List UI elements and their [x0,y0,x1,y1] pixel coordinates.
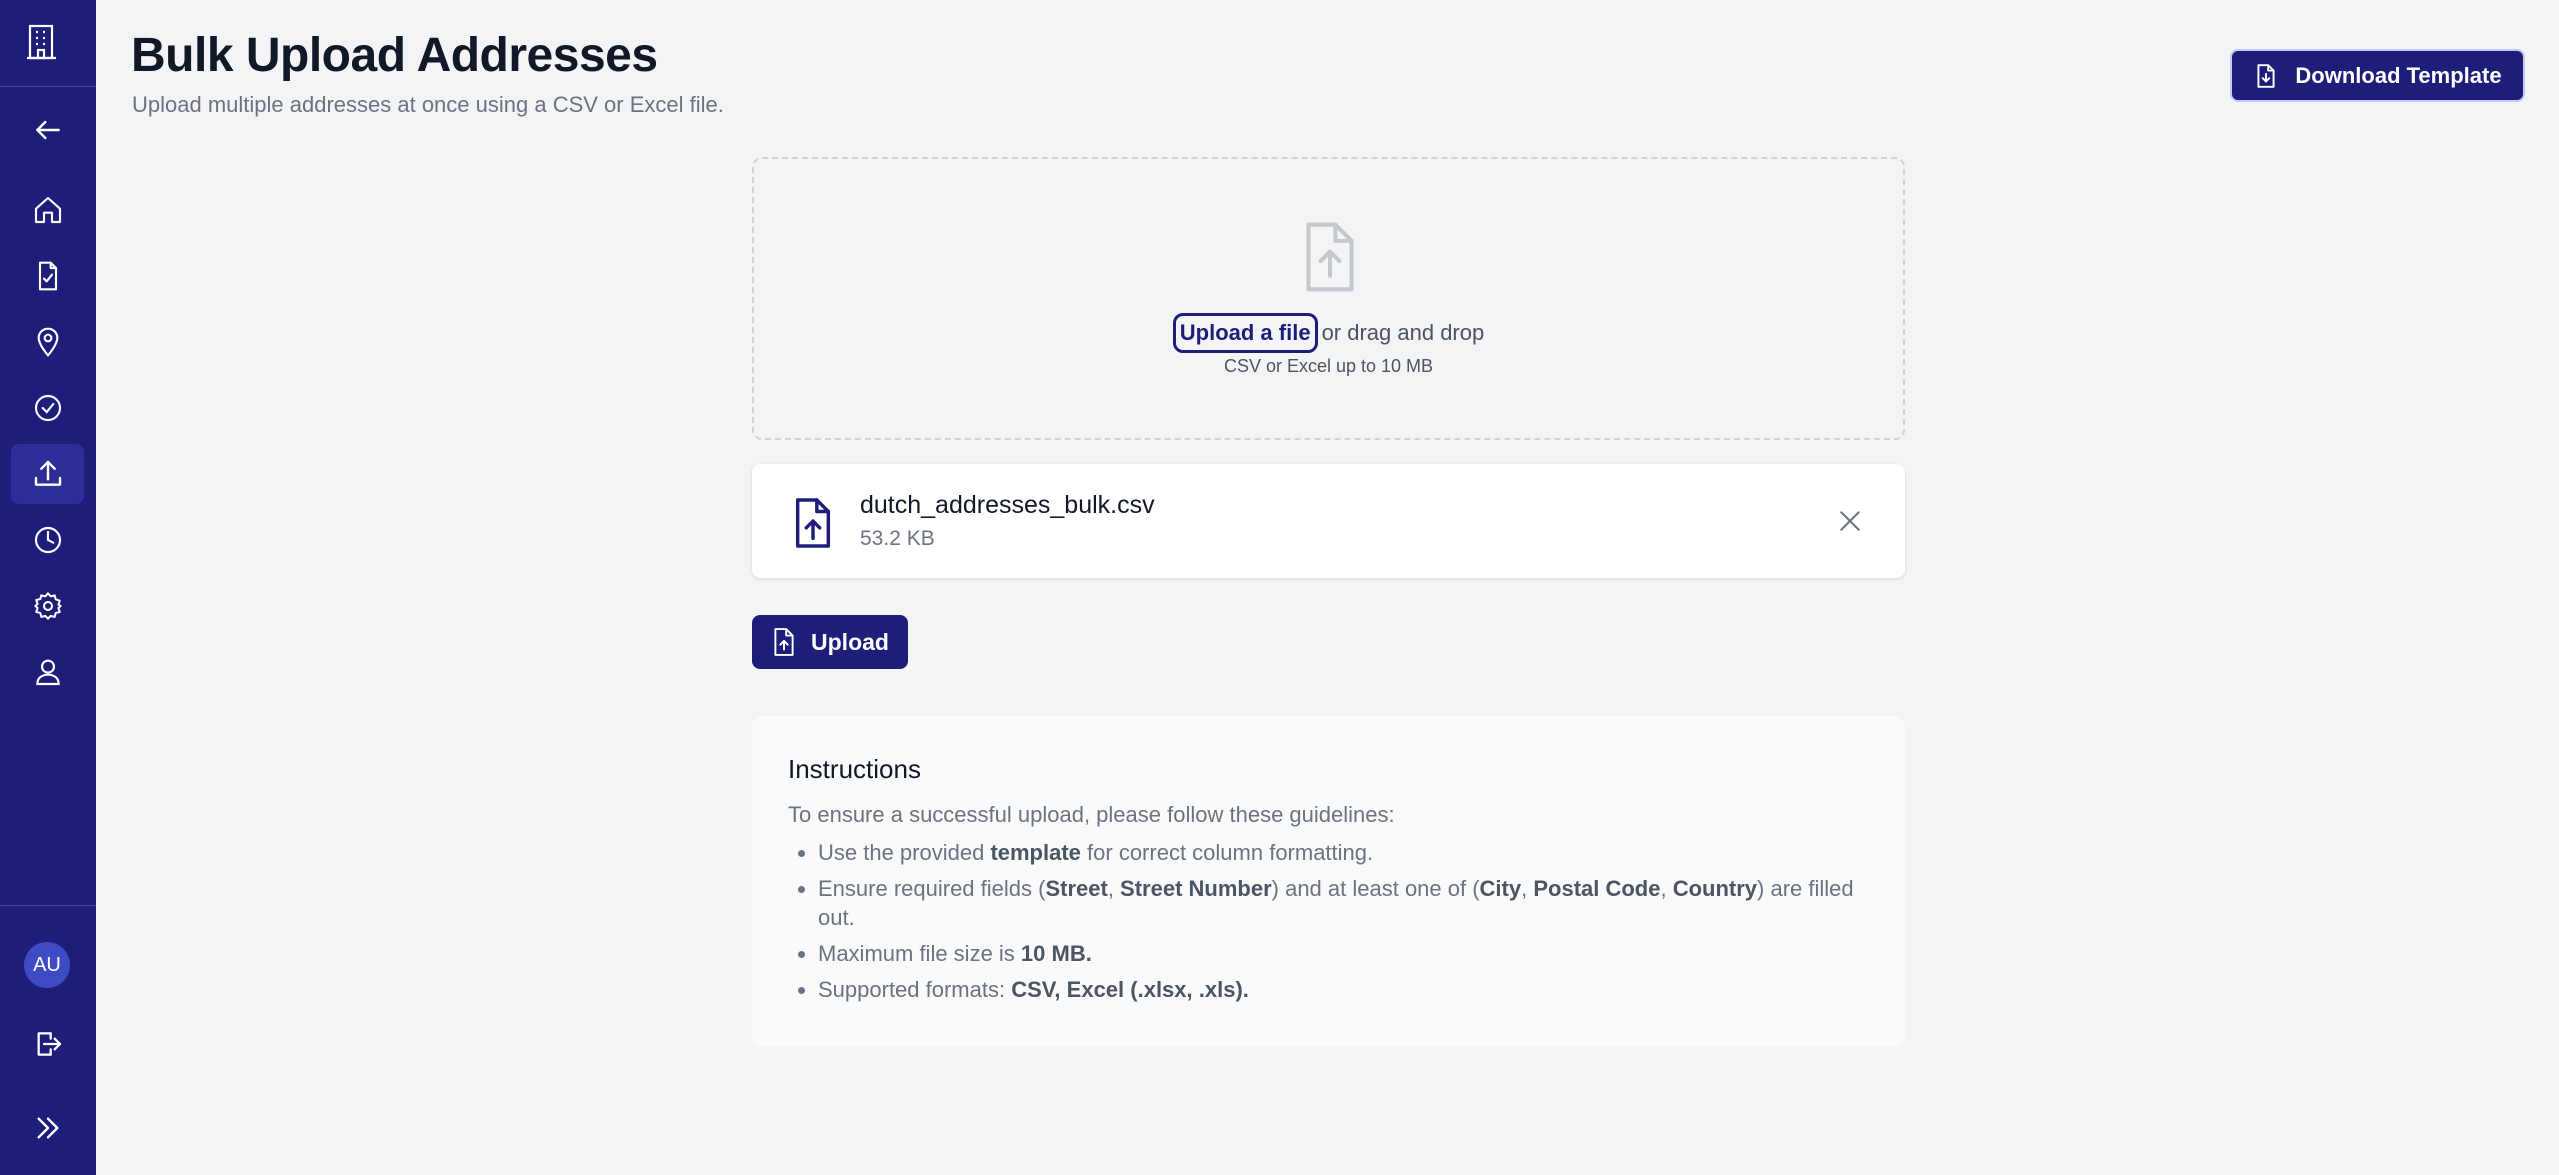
chevrons-right-icon [36,1117,59,1139]
avatar[interactable]: AU [24,942,70,988]
sidebar-divider [0,905,96,906]
logout-icon [37,1032,61,1056]
drag-drop-text: or drag and drop [1321,320,1485,345]
check-circle-icon [34,394,61,422]
sidebar-item-documents[interactable] [11,246,84,306]
instruction-emphasis: Country [1672,876,1758,901]
file-name: dutch_addresses_bulk.csv [860,491,1155,519]
sidebar-item-addresses[interactable] [11,312,84,372]
download-template-label: Download Template [2295,62,2502,88]
clock-icon [34,526,61,554]
instruction-text: , [1107,876,1121,901]
instruction-item: Supported formats: CSV, Excel (.xlsx, .x… [818,975,1868,1004]
file-upload-icon [774,628,794,656]
instructions-title: Instructions [788,754,921,784]
instruction-emphasis: Street [1045,876,1108,901]
file-size: 53.2 KB [860,527,935,550]
file-dropzone[interactable]: Upload a file or drag and drop CSV or Ex… [752,157,1905,440]
instructions-panel: Instructions To ensure a successful uplo… [752,716,1905,1047]
selected-file-card: dutch_addresses_bulk.csv 53.2 KB [752,464,1905,578]
instruction-text: Supported formats: [818,977,1012,1002]
user-icon [35,659,60,686]
arrow-left-icon [35,120,60,140]
file-download-icon [2257,63,2275,88]
instruction-text: Use the provided [818,840,991,865]
upload-button-label: Upload [811,628,889,655]
upload-button[interactable]: Upload [752,615,908,669]
sidebar-item-history[interactable] [11,510,84,570]
upload-file-link[interactable]: Upload a file [1172,313,1318,353]
download-template-button[interactable]: Download Template [2230,49,2525,102]
instruction-item: Ensure required fields (Street, Street N… [818,874,1868,932]
sidebar-item-validation[interactable] [11,378,84,438]
instruction-emphasis: City [1479,876,1522,901]
close-icon[interactable] [1835,506,1865,536]
building-icon[interactable] [26,22,58,62]
sidebar-item-settings[interactable] [11,576,84,636]
back-button[interactable] [11,100,84,160]
expand-sidebar-button[interactable] [11,1098,84,1158]
home-icon [34,196,61,224]
instruction-item: Maximum file size is 10 MB. [818,939,1868,968]
instruction-item: Use the provided template for correct co… [818,838,1868,867]
gear-icon [33,592,62,620]
file-upload-icon [795,498,831,548]
instruction-emphasis: Street Number [1120,876,1272,901]
instruction-text: for correct column formatting. [1080,840,1374,865]
instruction-emphasis: template [990,840,1081,865]
sidebar-item-profile[interactable] [11,642,84,702]
sidebar-divider [0,86,96,87]
instruction-text: Maximum file size is [818,941,1021,966]
upload-icon [34,460,61,486]
instruction-text: ) and at least one of ( [1271,876,1480,901]
map-pin-icon [37,327,58,357]
sidebar: AU [0,0,96,1175]
page-subtitle: Upload multiple addresses at once using … [132,92,724,117]
file-check-icon [38,261,57,291]
file-type-hint: CSV or Excel up to 10 MB [1223,356,1434,376]
file-upload-icon [1306,222,1354,292]
sidebar-item-home[interactable] [11,180,84,240]
instruction-emphasis: 10 MB. [1020,941,1092,966]
instructions-list: Use the provided template for correct co… [788,838,1868,1011]
instruction-emphasis: CSV, Excel (.xlsx, .xls). [1011,977,1249,1002]
instruction-text: , [1660,876,1673,901]
instruction-text: Ensure required fields ( [818,876,1046,901]
logout-button[interactable] [11,1014,84,1074]
sidebar-item-bulk-upload[interactable] [11,444,84,504]
page-title: Bulk Upload Addresses [131,29,658,82]
instruction-emphasis: Postal Code [1533,876,1661,901]
instructions-intro: To ensure a successful upload, please fo… [788,802,1395,827]
instruction-text: , [1521,876,1534,901]
